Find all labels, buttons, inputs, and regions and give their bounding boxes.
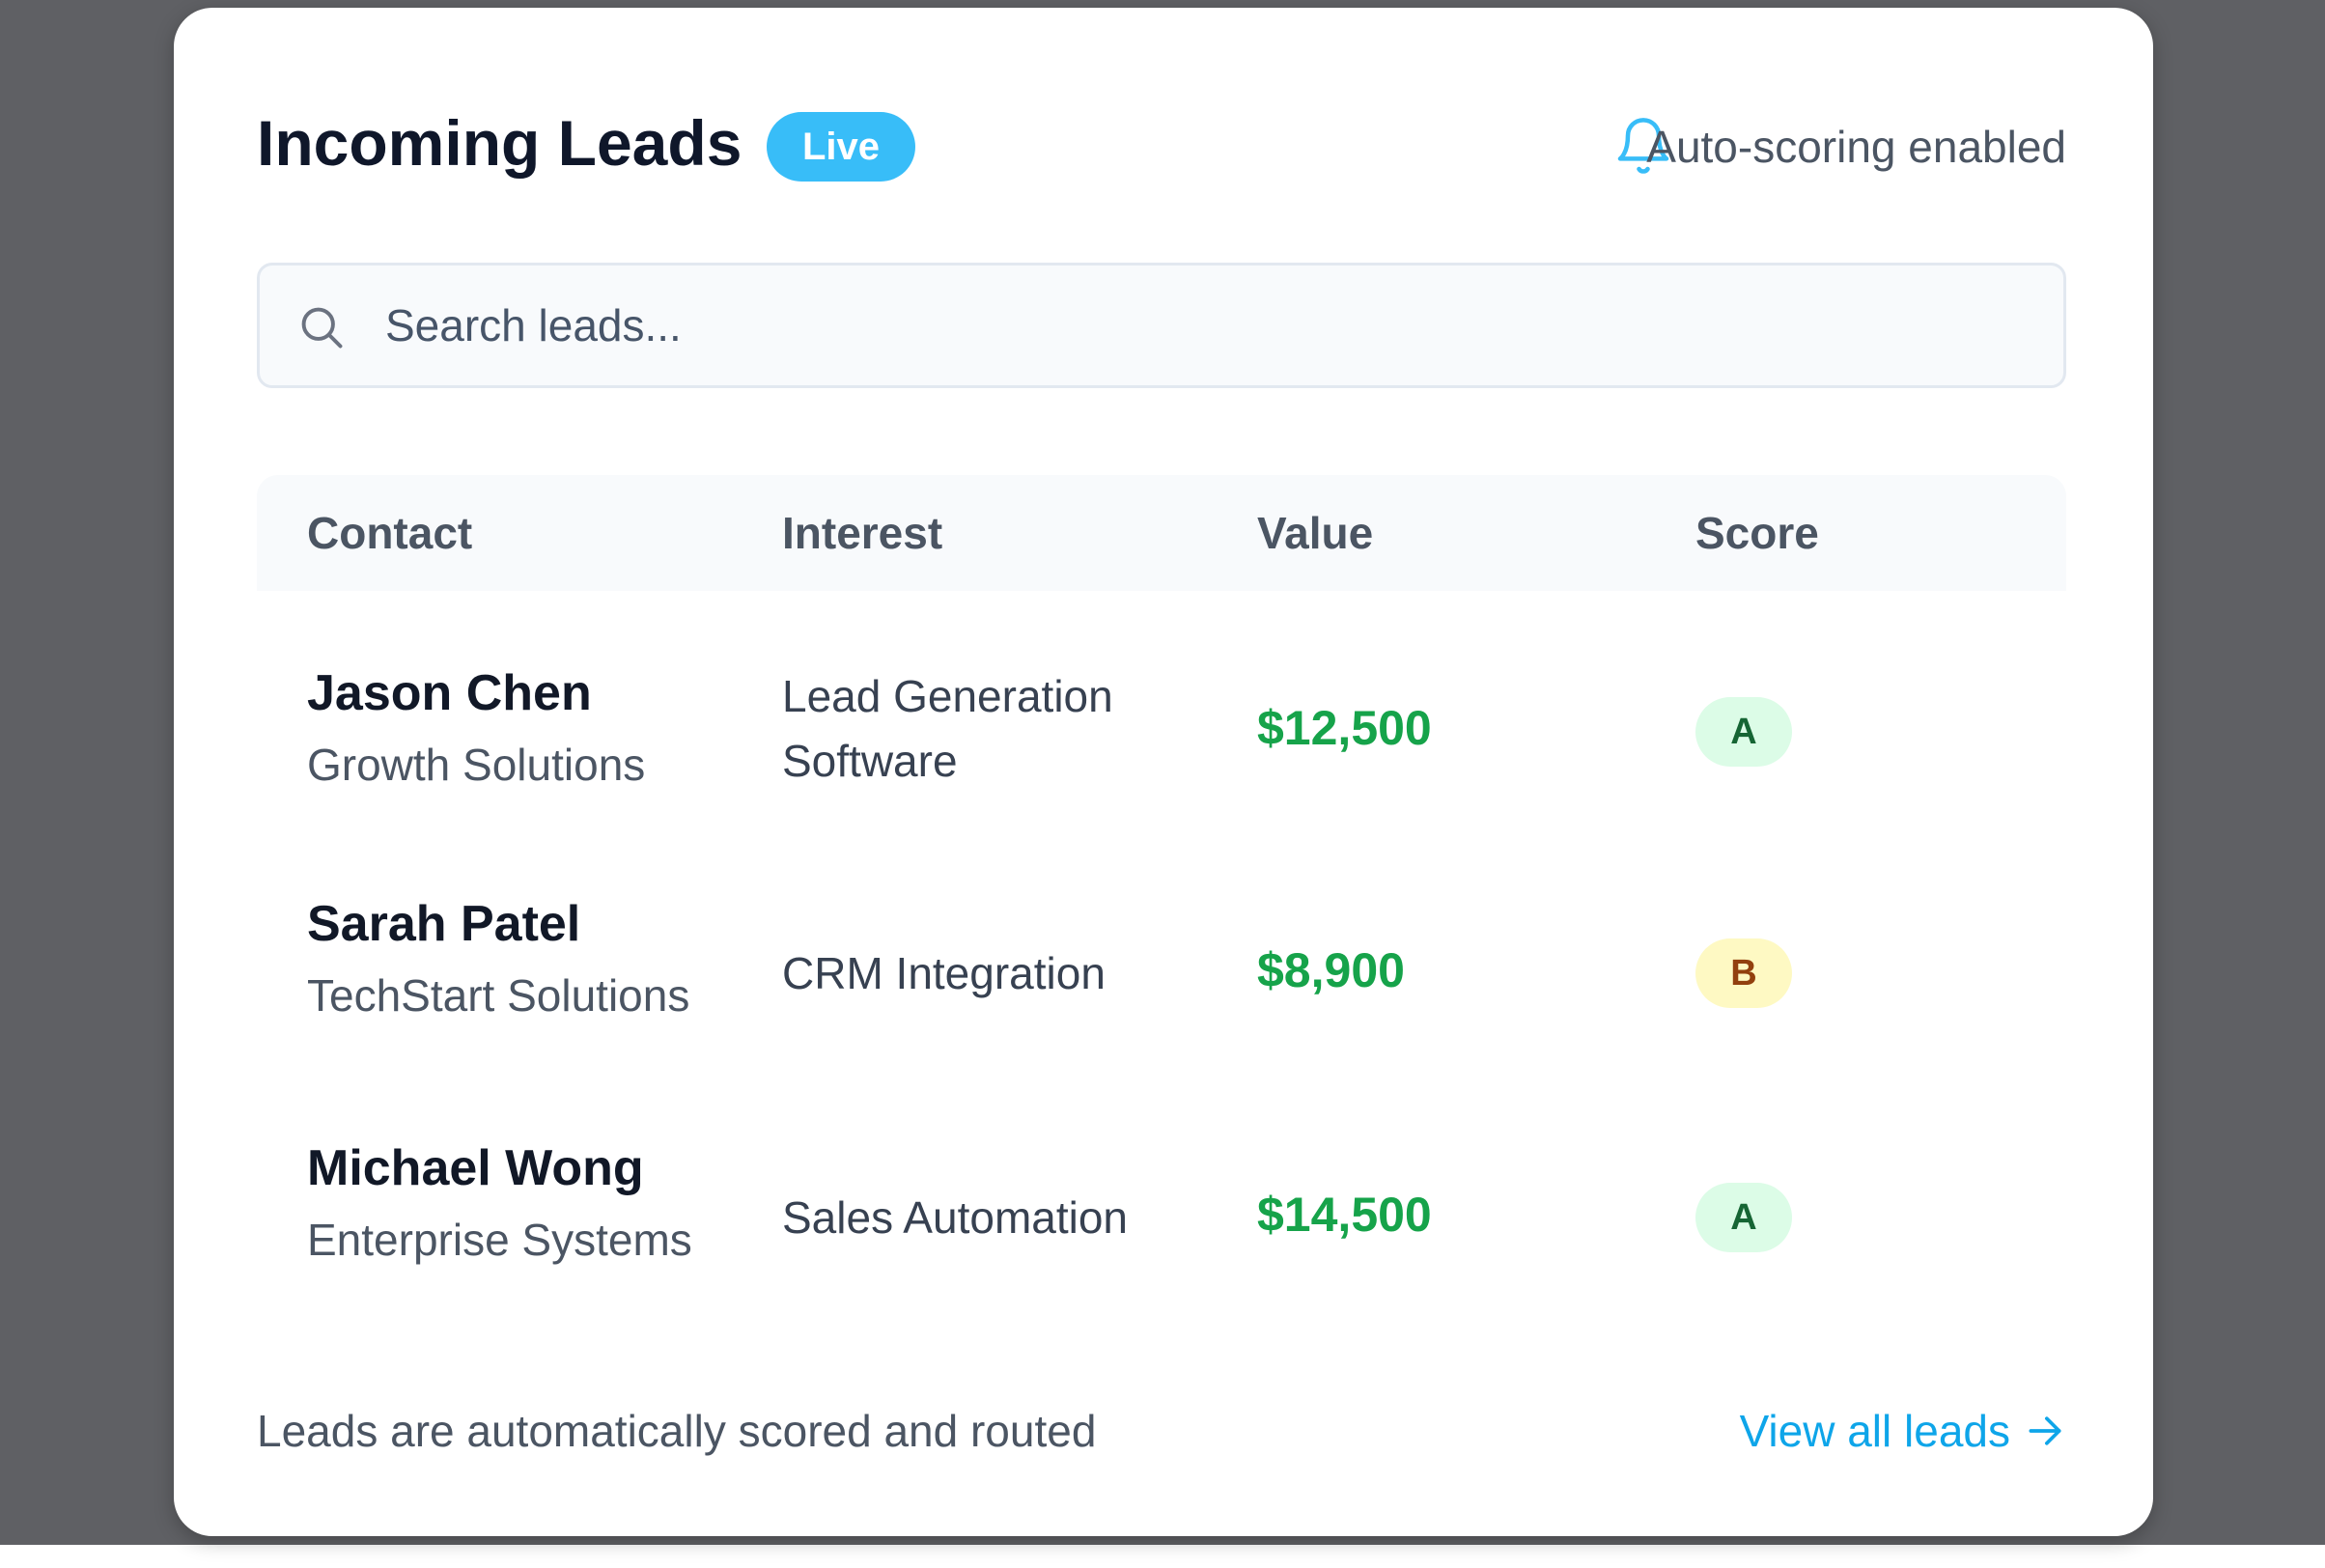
contact-company: Growth Solutions	[307, 740, 646, 790]
page-title: Incoming Leads	[257, 107, 742, 179]
column-header-value[interactable]: Value	[1257, 504, 1373, 562]
table-row[interactable]: Sarah Patel TechStart Solutions CRM Inte…	[257, 851, 2066, 1094]
footer-note: Leads are automatically scored and route…	[257, 1406, 1097, 1456]
lead-value: $8,900	[1257, 943, 1405, 997]
leads-card: Incoming Leads Live Auto-scoring enabled…	[174, 8, 2153, 1536]
lead-value: $14,500	[1257, 1188, 1432, 1242]
view-all-leads-label: View all leads	[1739, 1406, 2010, 1456]
contact-company: Enterprise Systems	[307, 1215, 692, 1265]
contact-name: Sarah Patel	[307, 896, 581, 952]
contact-name: Jason Chen	[307, 665, 592, 721]
column-header-score[interactable]: Score	[1695, 504, 1819, 562]
search-box[interactable]	[257, 263, 2066, 388]
table-row[interactable]: Michael Wong Enterprise Systems Sales Au…	[257, 1095, 2066, 1338]
lead-interest: CRM Integration	[782, 948, 1106, 998]
card-header: Incoming Leads Live Auto-scoring enabled	[257, 104, 2066, 182]
contact-company: TechStart Solutions	[307, 970, 690, 1021]
score-badge: A	[1695, 1183, 1792, 1252]
table-row[interactable]: Jason Chen Growth Solutions Lead Generat…	[257, 606, 2066, 850]
lead-interest: Lead Generation Software	[782, 671, 1113, 786]
lead-interest: Sales Automation	[782, 1192, 1129, 1243]
table-header: Contact Interest Value Score	[257, 475, 2066, 591]
score-badge: A	[1695, 697, 1792, 767]
view-all-leads-link[interactable]: View all leads	[1740, 1402, 2066, 1460]
contact-name: Michael Wong	[307, 1140, 644, 1196]
column-header-interest[interactable]: Interest	[782, 504, 942, 562]
column-header-contact[interactable]: Contact	[307, 504, 472, 562]
search-icon	[301, 307, 343, 349]
search-input[interactable]	[385, 285, 2027, 366]
live-badge: Live	[767, 112, 915, 182]
auto-scoring-status: Auto-scoring enabled	[1646, 122, 2066, 172]
arrow-right-icon	[2029, 1416, 2061, 1445]
lead-value: $12,500	[1257, 701, 1432, 755]
score-badge: B	[1695, 938, 1792, 1008]
